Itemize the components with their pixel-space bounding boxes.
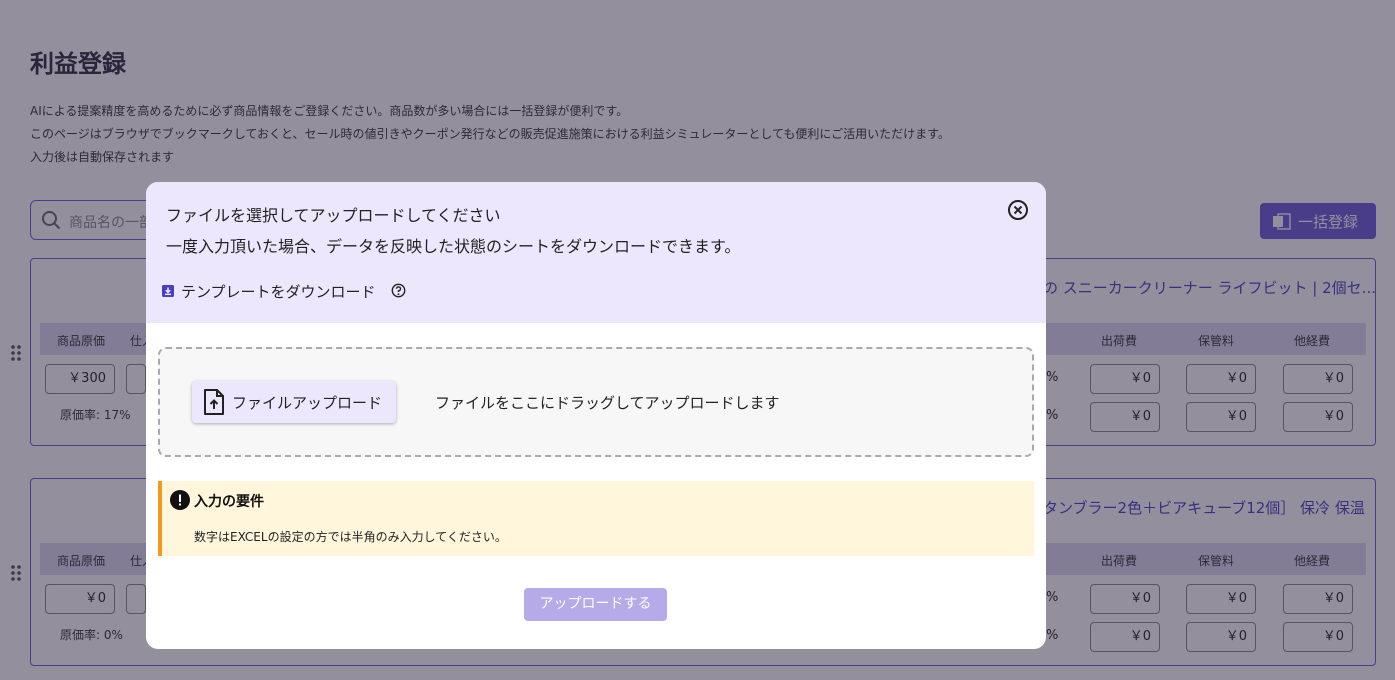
template-download-label: テンプレートをダウンロード <box>181 283 376 301</box>
help-icon[interactable] <box>391 283 406 298</box>
file-upload-label: ファイルアップロード <box>232 394 383 412</box>
modal-header: ファイルを選択してアップロードしてください 一度入力頂いた場合、データを反映した… <box>146 182 1046 323</box>
drop-hint: ファイルをここにドラッグしてアップロードします <box>435 394 780 412</box>
requirements-notice: 入力の要件 数字はEXCELの設定の方では半角のみ入力してください。 <box>158 481 1034 556</box>
modal-subtext: 一度入力頂いた場合、データを反映した状態のシートをダウンロードできます。 <box>166 237 741 256</box>
file-upload-button[interactable]: ファイルアップロード <box>192 381 396 423</box>
requirements-text: 数字はEXCELの設定の方では半角のみ入力してください。 <box>194 530 507 544</box>
upload-submit-button[interactable]: アップロードする <box>524 588 667 621</box>
file-upload-icon <box>204 389 224 415</box>
requirements-title: 入力の要件 <box>194 494 264 510</box>
upload-modal: ファイルを選択してアップロードしてください 一度入力頂いた場合、データを反映した… <box>146 182 1046 649</box>
download-icon <box>162 285 174 297</box>
warning-icon <box>170 490 190 510</box>
modal-instruction: ファイルを選択してアップロードしてください <box>166 206 501 225</box>
close-icon[interactable] <box>1007 199 1029 221</box>
file-dropzone[interactable]: ファイルアップロード ファイルをここにドラッグしてアップロードします <box>158 347 1034 457</box>
